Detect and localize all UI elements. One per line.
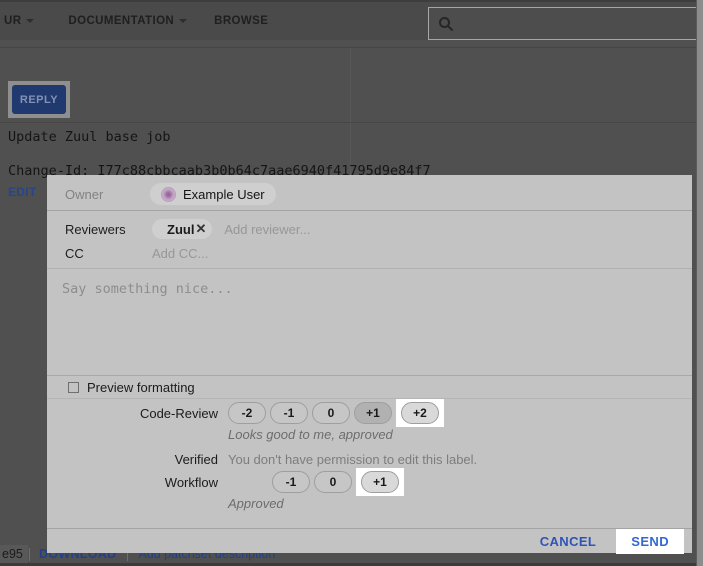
workflow-row: Workflow -1 0 +1 bbox=[47, 468, 692, 496]
dialog-footer: CANCEL SEND bbox=[47, 529, 692, 553]
send-button-highlight: SEND bbox=[616, 529, 684, 554]
header-divider bbox=[0, 47, 703, 48]
workflow-plus1-button[interactable]: +1 bbox=[361, 471, 399, 493]
divider bbox=[47, 210, 692, 211]
reviewers-label: Reviewers bbox=[65, 222, 152, 237]
score-labels-section: Code-Review -2 -1 0 +1 +2 Looks good to … bbox=[47, 399, 692, 512]
chevron-down-icon bbox=[179, 19, 187, 23]
preview-formatting-checkbox[interactable] bbox=[68, 382, 79, 393]
cc-row: CC Add CC... bbox=[47, 242, 692, 264]
reply-button[interactable]: REPLY bbox=[12, 85, 66, 114]
reply-message-textarea[interactable]: Say something nice... bbox=[47, 268, 692, 376]
search-icon bbox=[438, 16, 454, 32]
avatar bbox=[161, 187, 176, 202]
nav-menu-documentation-label: DOCUMENTATION bbox=[68, 15, 174, 27]
nav-menu-browse-label: BROWSE bbox=[214, 15, 268, 27]
code-review-minus2-button[interactable]: -2 bbox=[228, 402, 266, 424]
preview-formatting-row: Preview formatting bbox=[47, 377, 692, 397]
verified-label: Verified bbox=[47, 452, 218, 467]
nav-menu-ur[interactable]: UR bbox=[4, 15, 34, 27]
reviewer-chip-name: Zuul bbox=[167, 222, 194, 237]
cc-label: CC bbox=[65, 246, 152, 261]
search-input[interactable] bbox=[428, 7, 697, 40]
chevron-down-icon bbox=[26, 19, 34, 23]
reviewers-row: Reviewers Zuul ✕ Add reviewer... bbox=[47, 216, 692, 242]
send-button[interactable]: SEND bbox=[625, 533, 675, 550]
add-reviewer-input[interactable]: Add reviewer... bbox=[224, 222, 310, 237]
cancel-button[interactable]: CANCEL bbox=[534, 533, 603, 550]
code-review-zero-button[interactable]: 0 bbox=[312, 402, 350, 424]
reply-dialog: Owner Example User Reviewers Zuul ✕ Add … bbox=[47, 175, 692, 553]
code-review-plus2-button[interactable]: +2 bbox=[401, 402, 439, 424]
divider bbox=[29, 548, 30, 561]
owner-row: Owner Example User bbox=[47, 178, 692, 210]
edit-link[interactable]: EDIT bbox=[8, 185, 37, 199]
reviewer-chip-zuul[interactable]: Zuul ✕ bbox=[152, 219, 212, 239]
workflow-label: Workflow bbox=[47, 475, 218, 490]
code-review-plus2-highlight: +2 bbox=[396, 399, 444, 427]
code-review-plus1-button[interactable]: +1 bbox=[354, 402, 392, 424]
nav-menu-ur-label: UR bbox=[4, 15, 21, 27]
owner-label: Owner bbox=[65, 187, 150, 202]
commit-message-title: Update Zuul base job bbox=[8, 129, 171, 145]
remove-reviewer-icon[interactable]: ✕ bbox=[195, 221, 206, 237]
commit-hash-suffix: e95 bbox=[0, 545, 28, 563]
panel-edge-line bbox=[350, 48, 351, 175]
owner-chip[interactable]: Example User bbox=[150, 183, 276, 205]
workflow-zero-button[interactable]: 0 bbox=[314, 471, 352, 493]
code-review-label: Code-Review bbox=[47, 406, 218, 421]
gerrit-review-screen: UR DOCUMENTATION BROWSE REPLY Update Zuu… bbox=[0, 0, 703, 566]
workflow-plus1-highlight: +1 bbox=[356, 468, 404, 496]
code-review-minus1-button[interactable]: -1 bbox=[270, 402, 308, 424]
nav-menu-documentation[interactable]: DOCUMENTATION bbox=[68, 15, 187, 27]
verified-row: Verified You don't have permission to ed… bbox=[47, 451, 692, 468]
workflow-minus1-button[interactable]: -1 bbox=[272, 471, 310, 493]
reply-button-highlight: REPLY bbox=[8, 81, 70, 118]
nav-menu-browse[interactable]: BROWSE bbox=[214, 15, 268, 27]
preview-formatting-label: Preview formatting bbox=[87, 380, 195, 395]
owner-chip-name: Example User bbox=[183, 187, 265, 202]
verified-no-permission-message: You don't have permission to edit this l… bbox=[228, 452, 477, 467]
code-review-row: Code-Review -2 -1 0 +1 +2 bbox=[47, 399, 692, 427]
workflow-hint: Approved bbox=[228, 496, 692, 512]
vertical-scrollbar[interactable] bbox=[696, 0, 703, 566]
section-divider bbox=[0, 122, 703, 123]
code-review-hint: Looks good to me, approved bbox=[228, 427, 692, 443]
reply-message-placeholder: Say something nice... bbox=[62, 281, 233, 297]
add-cc-input[interactable]: Add CC... bbox=[152, 246, 208, 261]
